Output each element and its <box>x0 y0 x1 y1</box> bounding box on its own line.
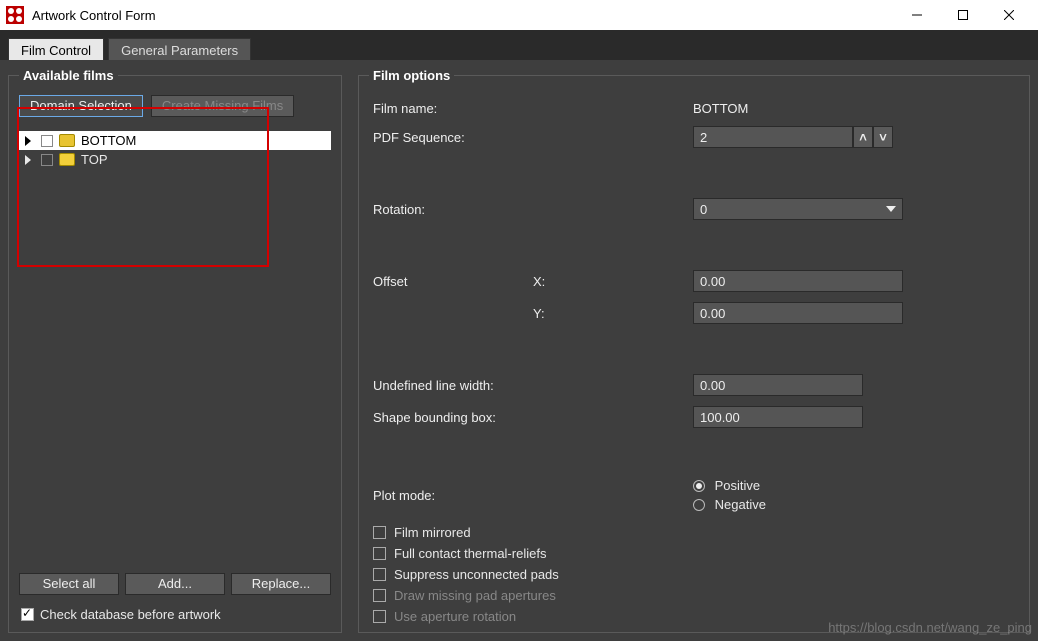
spin-up-icon[interactable]: ˄ <box>853 126 873 148</box>
film-name-value: BOTTOM <box>693 101 1015 116</box>
film-mirrored-label: Film mirrored <box>394 525 471 540</box>
film-name-label: Film name: <box>373 101 693 116</box>
checkbox-icon <box>373 568 386 581</box>
available-films-legend: Available films <box>19 68 118 83</box>
tree-item-bottom[interactable]: BOTTOM <box>19 131 331 150</box>
draw-missing-label: Draw missing pad apertures <box>394 588 556 603</box>
plot-mode-positive-radio[interactable]: Positive <box>693 478 1015 493</box>
tab-film-control[interactable]: Film Control <box>8 38 104 60</box>
check-database-label: Check database before artwork <box>40 607 221 622</box>
suppress-pads-checkbox[interactable]: Suppress unconnected pads <box>373 564 1015 585</box>
watermark: https://blog.csdn.net/wang_ze_ping <box>828 620 1032 635</box>
shape-bounding-box-label: Shape bounding box: <box>373 410 693 425</box>
minimize-button[interactable] <box>894 0 940 30</box>
plot-mode-label: Plot mode: <box>373 488 693 503</box>
checkbox-icon <box>373 610 386 623</box>
plot-mode-negative-label: Negative <box>715 497 766 512</box>
maximize-button[interactable] <box>940 0 986 30</box>
expand-icon[interactable] <box>25 155 35 165</box>
folder-icon <box>59 153 75 166</box>
offset-y-input[interactable] <box>693 302 903 324</box>
tree-item-top[interactable]: TOP <box>19 150 331 169</box>
replace-button[interactable]: Replace... <box>231 573 331 595</box>
create-missing-films-button[interactable]: Create Missing Films <box>151 95 294 117</box>
tree-checkbox[interactable] <box>41 135 53 147</box>
use-aperture-label: Use aperture rotation <box>394 609 516 624</box>
domain-selection-button[interactable]: Domain Selection <box>19 95 143 117</box>
rotation-value: 0 <box>700 202 707 217</box>
undefined-line-width-label: Undefined line width: <box>373 378 693 393</box>
pdf-sequence-label: PDF Sequence: <box>373 130 693 145</box>
spin-down-icon[interactable]: ˅ <box>873 126 893 148</box>
offset-x-label: X: <box>533 274 693 289</box>
plot-mode-negative-radio[interactable]: Negative <box>693 497 1015 512</box>
film-options-group: Film options Film name: BOTTOM PDF Seque… <box>358 68 1030 633</box>
offset-y-label: Y: <box>533 306 693 321</box>
check-database-checkbox[interactable] <box>21 608 34 621</box>
pdf-sequence-input[interactable] <box>693 126 853 148</box>
titlebar: Artwork Control Form <box>0 0 1038 30</box>
draw-missing-checkbox: Draw missing pad apertures <box>373 585 1015 606</box>
film-options-legend: Film options <box>369 68 454 83</box>
offset-x-input[interactable] <box>693 270 903 292</box>
select-all-button[interactable]: Select all <box>19 573 119 595</box>
tree-checkbox[interactable] <box>41 154 53 166</box>
pdf-sequence-spinner[interactable]: ˄ ˅ <box>693 126 1015 148</box>
suppress-pads-label: Suppress unconnected pads <box>394 567 559 582</box>
chevron-down-icon <box>886 206 896 212</box>
tab-general-parameters[interactable]: General Parameters <box>108 38 251 60</box>
radio-icon <box>693 499 705 511</box>
available-films-group: Available films Domain Selection Create … <box>8 68 342 633</box>
shape-bounding-box-input[interactable] <box>693 406 863 428</box>
checkbox-icon <box>373 589 386 602</box>
plot-mode-positive-label: Positive <box>715 478 761 493</box>
tab-bar: Film Control General Parameters <box>0 30 1038 60</box>
folder-icon <box>59 134 75 147</box>
film-mirrored-checkbox[interactable]: Film mirrored <box>373 522 1015 543</box>
offset-label: Offset <box>373 274 533 289</box>
film-tree[interactable]: BOTTOM TOP <box>19 131 331 563</box>
close-button[interactable] <box>986 0 1032 30</box>
checkbox-icon <box>373 547 386 560</box>
add-button[interactable]: Add... <box>125 573 225 595</box>
undefined-line-width-input[interactable] <box>693 374 863 396</box>
full-contact-label: Full contact thermal-reliefs <box>394 546 546 561</box>
tree-item-label: BOTTOM <box>81 133 136 148</box>
tree-item-label: TOP <box>81 152 108 167</box>
expand-icon[interactable] <box>25 136 35 146</box>
window-title: Artwork Control Form <box>32 8 894 23</box>
checkbox-icon <box>373 526 386 539</box>
full-contact-checkbox[interactable]: Full contact thermal-reliefs <box>373 543 1015 564</box>
app-icon <box>6 6 24 24</box>
rotation-select[interactable]: 0 <box>693 198 903 220</box>
radio-icon <box>693 480 705 492</box>
rotation-label: Rotation: <box>373 202 693 217</box>
